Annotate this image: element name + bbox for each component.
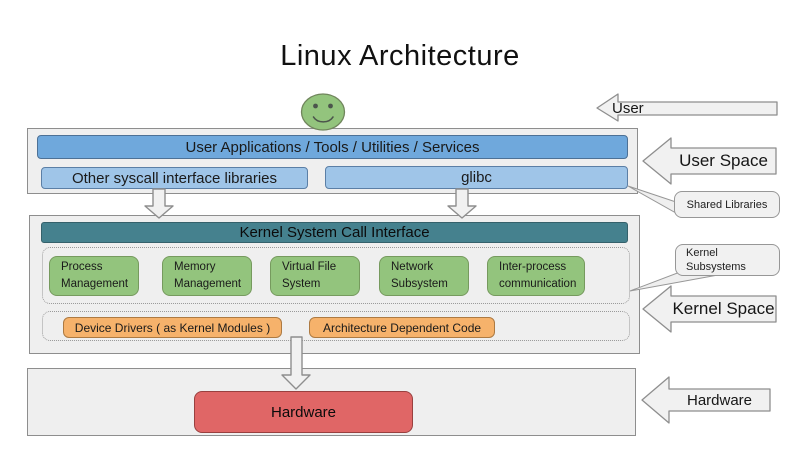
page-title: Linux Architecture	[0, 40, 800, 73]
user-space-section: User Applications / Tools / Utilities / …	[27, 128, 638, 194]
hardware-section: Hardware	[27, 368, 636, 436]
user-smiley-icon	[302, 94, 345, 130]
user-applications-bar: User Applications / Tools / Utilities / …	[37, 135, 628, 159]
architecture-dependent-code-box: Architecture Dependent Code	[309, 317, 495, 338]
subsystem-box-process-management: Process Management	[49, 256, 139, 296]
hardware-box: Hardware	[194, 391, 413, 433]
kernel-modules-region: Device Drivers ( as Kernel Modules ) Arc…	[42, 311, 630, 341]
user-space-arrow-label: User Space	[671, 148, 776, 174]
subsystem-box-memory-management: Memory Management	[162, 256, 252, 296]
device-drivers-box: Device Drivers ( as Kernel Modules )	[63, 317, 282, 338]
subsystem-box-network-subsystem: Network Subsystem	[379, 256, 469, 296]
kernel-syscall-interface-bar: Kernel System Call Interface	[41, 222, 628, 243]
linux-architecture-diagram: Linux Architecture User Applications / T…	[0, 0, 800, 452]
kernel-section: Kernel System Call Interface Process Man…	[29, 215, 640, 354]
hardware-arrow-label: Hardware	[669, 389, 770, 411]
subsystem-box-interprocess-communication: Inter-process communication	[487, 256, 585, 296]
glibc-box: glibc	[325, 166, 628, 189]
kernel-space-arrow-label: Kernel Space	[671, 296, 776, 322]
kernel-subsystems-region: Process Management Memory Management Vir…	[42, 247, 630, 304]
user-arrow-label: User	[612, 99, 672, 118]
shared-libraries-callout: Shared Libraries	[674, 191, 780, 218]
subsystem-box-virtual-file-system: Virtual File System	[270, 256, 360, 296]
kernel-subsystems-callout: Kernel Subsystems	[675, 244, 780, 276]
other-syscall-libraries-box: Other syscall interface libraries	[41, 167, 308, 189]
